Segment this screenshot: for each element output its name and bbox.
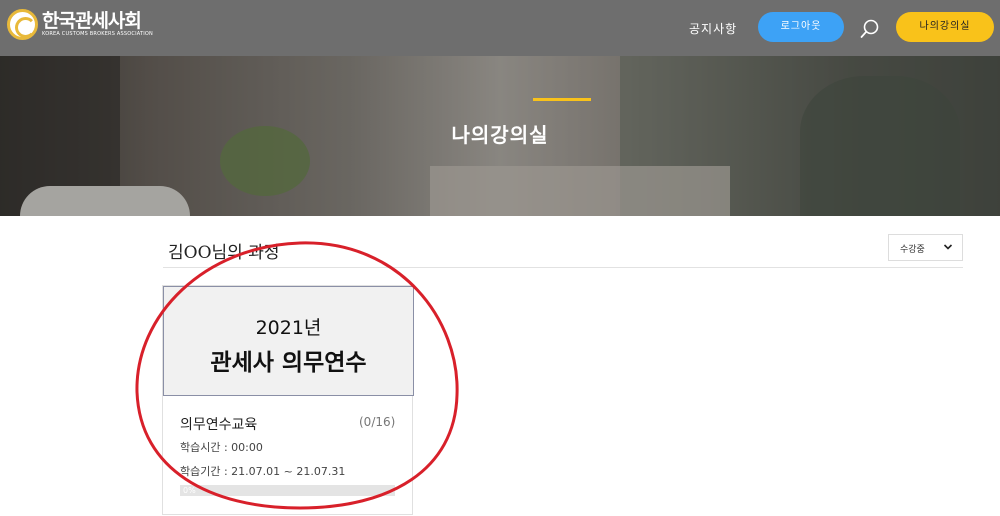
thumbnail-course-name: 관세사 의무연수 <box>210 350 367 376</box>
search-icon[interactable] <box>860 19 880 39</box>
logout-button[interactable]: 로그아웃 <box>758 12 844 42</box>
page-title: 나의강의실 <box>451 123 549 147</box>
nav-notice-link[interactable]: 공지사항 <box>689 20 737 37</box>
course-name[interactable]: 의무연수교육 <box>180 414 257 434</box>
lesson-count: (0/16) <box>359 415 396 429</box>
logo-emblem-icon <box>7 9 38 40</box>
thumbnail-year: 2021년 <box>255 317 322 339</box>
course-section-title: 김OO님의 과정 <box>168 243 280 263</box>
study-period: 학습기간 : 21.07.01 ~ 21.07.31 <box>180 465 346 478</box>
progress-bar: 0% <box>180 485 395 496</box>
progress-label: 0% <box>183 486 196 495</box>
page-banner: 나의강의실 <box>0 56 1000 216</box>
status-filter-dropdown[interactable]: 수강중 <box>888 234 963 261</box>
course-card[interactable]: 2021년 관세사 의무연수 의무연수교육 (0/16) 학습시간 : 00:0… <box>162 285 414 515</box>
logo-subtitle: KOREA CUSTOMS BROKERS ASSOCIATION <box>42 31 153 37</box>
top-header: 한국관세사회 KOREA CUSTOMS BROKERS ASSOCIATION… <box>0 0 1000 56</box>
study-time: 학습시간 : 00:00 <box>180 441 263 454</box>
status-filter-value: 수강중 <box>900 245 925 255</box>
section-divider <box>163 267 963 268</box>
logo[interactable]: 한국관세사회 KOREA CUSTOMS BROKERS ASSOCIATION <box>7 9 153 40</box>
chevron-down-icon <box>943 244 953 250</box>
course-thumbnail[interactable]: 2021년 관세사 의무연수 <box>163 286 414 396</box>
my-classroom-button[interactable]: 나의강의실 <box>896 12 994 42</box>
logo-title: 한국관세사회 <box>42 10 142 32</box>
banner-accent-bar <box>533 98 591 101</box>
